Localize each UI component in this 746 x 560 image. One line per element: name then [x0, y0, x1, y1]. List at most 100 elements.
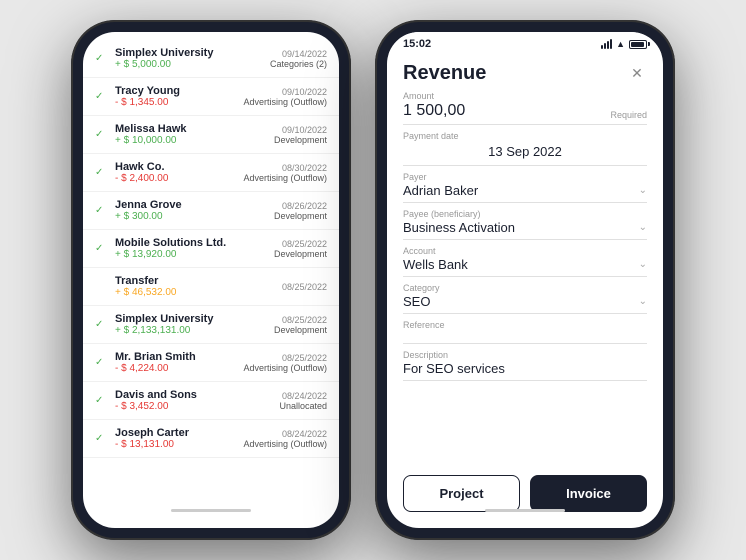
description-label: Description	[403, 350, 647, 360]
table-row[interactable]: ✓Simplex University+ $ 2,133,131.0008/25…	[83, 306, 339, 344]
payer-row[interactable]: Adrian Baker ⌄	[403, 183, 647, 198]
amount-required: Required	[610, 110, 647, 120]
form-footer: Project Invoice	[387, 465, 663, 528]
check-icon: ✓	[95, 167, 109, 178]
table-row[interactable]: ✓Jenna Grove+ $ 300.0008/26/2022Developm…	[83, 192, 339, 230]
signal-bar-3	[607, 41, 609, 49]
tx-date: 08/24/2022	[279, 391, 327, 401]
status-bar: 15:02 ▲	[387, 32, 663, 54]
amount-label: Amount	[403, 91, 465, 101]
reference-field: Reference	[403, 320, 647, 344]
table-row[interactable]: ✓ Joseph Carter- $ 13,131.00 08/24/2022Adv…	[83, 420, 339, 458]
tx-amount: - $ 13,131.00	[115, 439, 237, 450]
tx-info: Transfer+ $ 46,532.00	[115, 275, 276, 298]
tx-date: 08/30/2022	[243, 163, 327, 173]
status-icons: ▲	[601, 39, 647, 49]
tx-right: 08/24/2022Unallocated	[279, 391, 327, 411]
amount-value[interactable]: 1 500,00	[403, 102, 465, 120]
tx-category: Advertising (Outflow)	[243, 363, 327, 373]
check-icon: ✓	[95, 395, 109, 406]
category-value: SEO	[403, 294, 430, 309]
tx-right: 09/10/2022Advertising (Outflow)	[243, 87, 327, 107]
left-screen: ✓ Simplex University+ $ 5,000.00 09/14/202…	[83, 32, 339, 528]
tx-info: Davis and Sons- $ 3,452.00	[115, 389, 273, 412]
tx-right: 08/25/2022Advertising (Outflow)	[243, 353, 327, 373]
table-row[interactable]: ✓Mr. Brian Smith- $ 4,224.0008/25/2022Ad…	[83, 344, 339, 382]
payer-label: Payer	[403, 172, 647, 182]
check-icon: ✓	[95, 433, 109, 444]
table-row[interactable]: ✓ Mobile Solutions Ltd.+ $ 13,920.00 08/25…	[83, 230, 339, 268]
signal-icon	[601, 39, 612, 49]
tx-date: 09/14/2022	[270, 49, 327, 59]
project-button[interactable]: Project	[403, 475, 520, 512]
payee-label: Payee (beneficiary)	[403, 209, 647, 219]
payee-field: Payee (beneficiary) Business Activation …	[403, 209, 647, 240]
tx-name: Melissa Hawk	[115, 123, 268, 135]
tx-name: Joseph Carter	[115, 427, 237, 439]
tx-amount: + $ 300.00	[115, 211, 268, 222]
close-button[interactable]: ✕	[627, 64, 647, 84]
tx-right: 09/14/2022Categories (2)	[270, 49, 327, 69]
tx-date: 08/26/2022	[274, 201, 327, 211]
right-phone: 15:02 ▲ Revenue ✕	[375, 20, 675, 540]
tx-right: 08/25/2022Development	[274, 315, 327, 335]
check-icon: ✓	[95, 243, 109, 254]
signal-bar-1	[601, 45, 603, 49]
form-title: Revenue	[403, 62, 486, 85]
payee-row[interactable]: Business Activation ⌄	[403, 220, 647, 235]
tx-category: Development	[274, 135, 327, 145]
tx-amount: - $ 2,400.00	[115, 173, 237, 184]
tx-category: Development	[274, 211, 327, 221]
tx-date: 09/10/2022	[243, 87, 327, 97]
tx-amount: - $ 3,452.00	[115, 401, 273, 412]
table-row[interactable]: ✓ Hawk Co.- $ 2,400.00 08/30/2022Advertisi…	[83, 154, 339, 192]
status-time: 15:02	[403, 38, 431, 50]
tx-date: 08/24/2022	[243, 429, 327, 439]
tx-info: Simplex University+ $ 2,133,131.00	[115, 313, 268, 336]
invoice-button[interactable]: Invoice	[530, 475, 647, 512]
payment-date-field: Payment date 13 Sep 2022	[403, 131, 647, 166]
payment-date-value[interactable]: 13 Sep 2022	[403, 142, 647, 161]
scene: ✓ Simplex University+ $ 5,000.00 09/14/202…	[0, 0, 746, 560]
table-row[interactable]: ✓Simplex University+ $ 5,000.0009/14/202…	[83, 40, 339, 78]
payer-value: Adrian Baker	[403, 183, 478, 198]
table-row[interactable]: ✓ Davis and Sons- $ 3,452.00 08/24/2022Una…	[83, 382, 339, 420]
tx-right: 08/24/2022Advertising (Outflow)	[243, 429, 327, 449]
home-bar	[171, 509, 251, 512]
table-row[interactable]: Transfer+ $ 46,532.00 08/25/2022	[83, 268, 339, 306]
tx-info: Simplex University+ $ 5,000.00	[115, 47, 264, 70]
table-row[interactable]: ✓Tracy Young- $ 1,345.0009/10/2022Advert…	[83, 78, 339, 116]
right-screen: 15:02 ▲ Revenue ✕	[387, 32, 663, 528]
tx-amount: + $ 2,133,131.00	[115, 325, 268, 336]
transaction-list: ✓ Simplex University+ $ 5,000.00 09/14/202…	[83, 32, 339, 528]
category-row[interactable]: SEO ⌄	[403, 294, 647, 309]
tx-info: Mobile Solutions Ltd.+ $ 13,920.00	[115, 237, 268, 260]
tx-name: Hawk Co.	[115, 161, 237, 173]
tx-info: Mr. Brian Smith- $ 4,224.00	[115, 351, 237, 374]
account-chevron: ⌄	[639, 259, 647, 270]
tx-amount: - $ 1,345.00	[115, 97, 237, 108]
form-body: Amount 1 500,00 Required Payment date 13…	[387, 91, 663, 465]
payee-chevron: ⌄	[639, 222, 647, 233]
account-value: Wells Bank	[403, 257, 468, 272]
account-row[interactable]: Wells Bank ⌄	[403, 257, 647, 272]
amount-field: Amount 1 500,00 Required	[403, 91, 647, 125]
tx-info: Tracy Young- $ 1,345.00	[115, 85, 237, 108]
account-label: Account	[403, 246, 647, 256]
tx-category: Advertising (Outflow)	[243, 173, 327, 183]
form-header: Revenue ✕	[387, 54, 663, 91]
description-field: Description For SEO services	[403, 350, 647, 381]
payer-chevron: ⌄	[639, 185, 647, 196]
tx-date: 08/25/2022	[274, 239, 327, 249]
reference-label: Reference	[403, 320, 647, 330]
tx-name: Simplex University	[115, 47, 264, 59]
table-row[interactable]: ✓Melissa Hawk+ $ 10,000.0009/10/2022Deve…	[83, 116, 339, 154]
signal-bar-4	[610, 39, 612, 49]
payee-value: Business Activation	[403, 220, 515, 235]
tx-date: 08/25/2022	[282, 282, 327, 292]
tx-info: Hawk Co.- $ 2,400.00	[115, 161, 237, 184]
tx-info: Jenna Grove+ $ 300.00	[115, 199, 268, 222]
description-value[interactable]: For SEO services	[403, 361, 647, 376]
tx-category: Advertising (Outflow)	[243, 97, 327, 107]
category-label: Category	[403, 283, 647, 293]
